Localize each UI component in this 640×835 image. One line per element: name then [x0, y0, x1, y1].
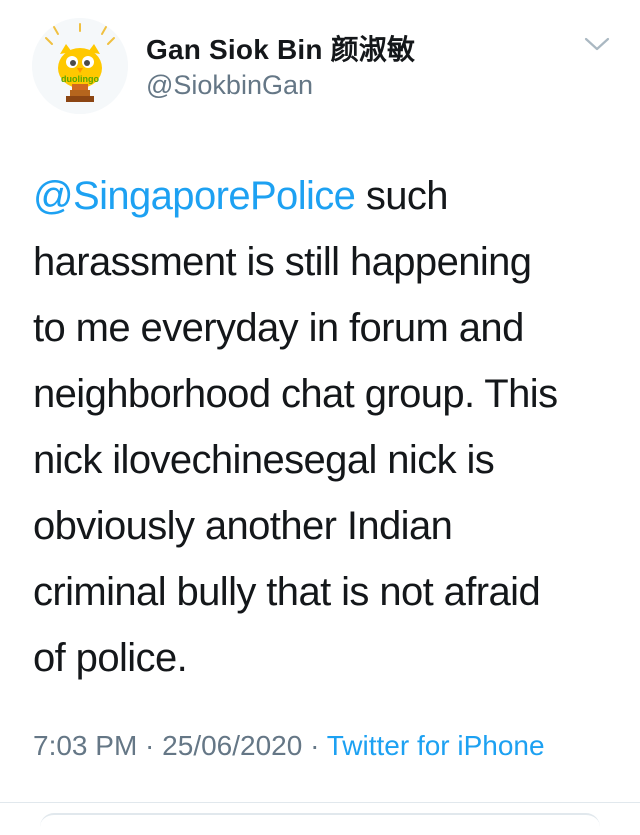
author-handle[interactable]: @SiokbinGan — [146, 70, 313, 101]
meta-separator: · — [137, 730, 163, 761]
tweet-line: @SingaporePolice such — [33, 163, 623, 229]
divider — [0, 802, 640, 803]
tweet-source-link[interactable]: Twitter for iPhone — [327, 730, 545, 761]
tweet-header: duolingo Gan Siok Bin 颜淑敏 @SiokbinGan — [0, 0, 640, 120]
tweet-body: @SingaporePolice such harassment is stil… — [33, 163, 623, 691]
tweet-line: criminal bully that is not afraid — [33, 570, 541, 614]
tweet-line: to me everyday in forum and — [33, 306, 524, 350]
tweet-line: nick ilovechinesegal nick is — [33, 438, 495, 482]
tweet-text-fragment: such — [355, 174, 449, 218]
tweet-time[interactable]: 7:03 PM — [33, 730, 137, 761]
avatar[interactable]: duolingo — [32, 18, 128, 114]
tweet-meta: 7:03 PM · 25/06/2020 · Twitter for iPhon… — [33, 725, 613, 767]
mention-link[interactable]: @SingaporePolice — [33, 174, 356, 218]
author-display-name[interactable]: Gan Siok Bin 颜淑敏 — [146, 28, 415, 68]
duolingo-owl-icon: duolingo — [32, 18, 128, 114]
tweet-line: obviously another Indian — [33, 504, 453, 548]
meta-separator: · — [302, 730, 327, 761]
avatar-badge-text: duolingo — [61, 74, 99, 84]
chevron-down-icon — [584, 37, 610, 51]
tweet-line: of police. — [33, 636, 188, 680]
tweet-line: neighborhood chat group. This — [33, 372, 558, 416]
tweet-options-button[interactable] — [582, 32, 612, 56]
next-section-edge — [40, 813, 600, 835]
tweet-line: harassment is still happening — [33, 240, 532, 284]
tweet-date[interactable]: 25/06/2020 — [162, 730, 302, 761]
